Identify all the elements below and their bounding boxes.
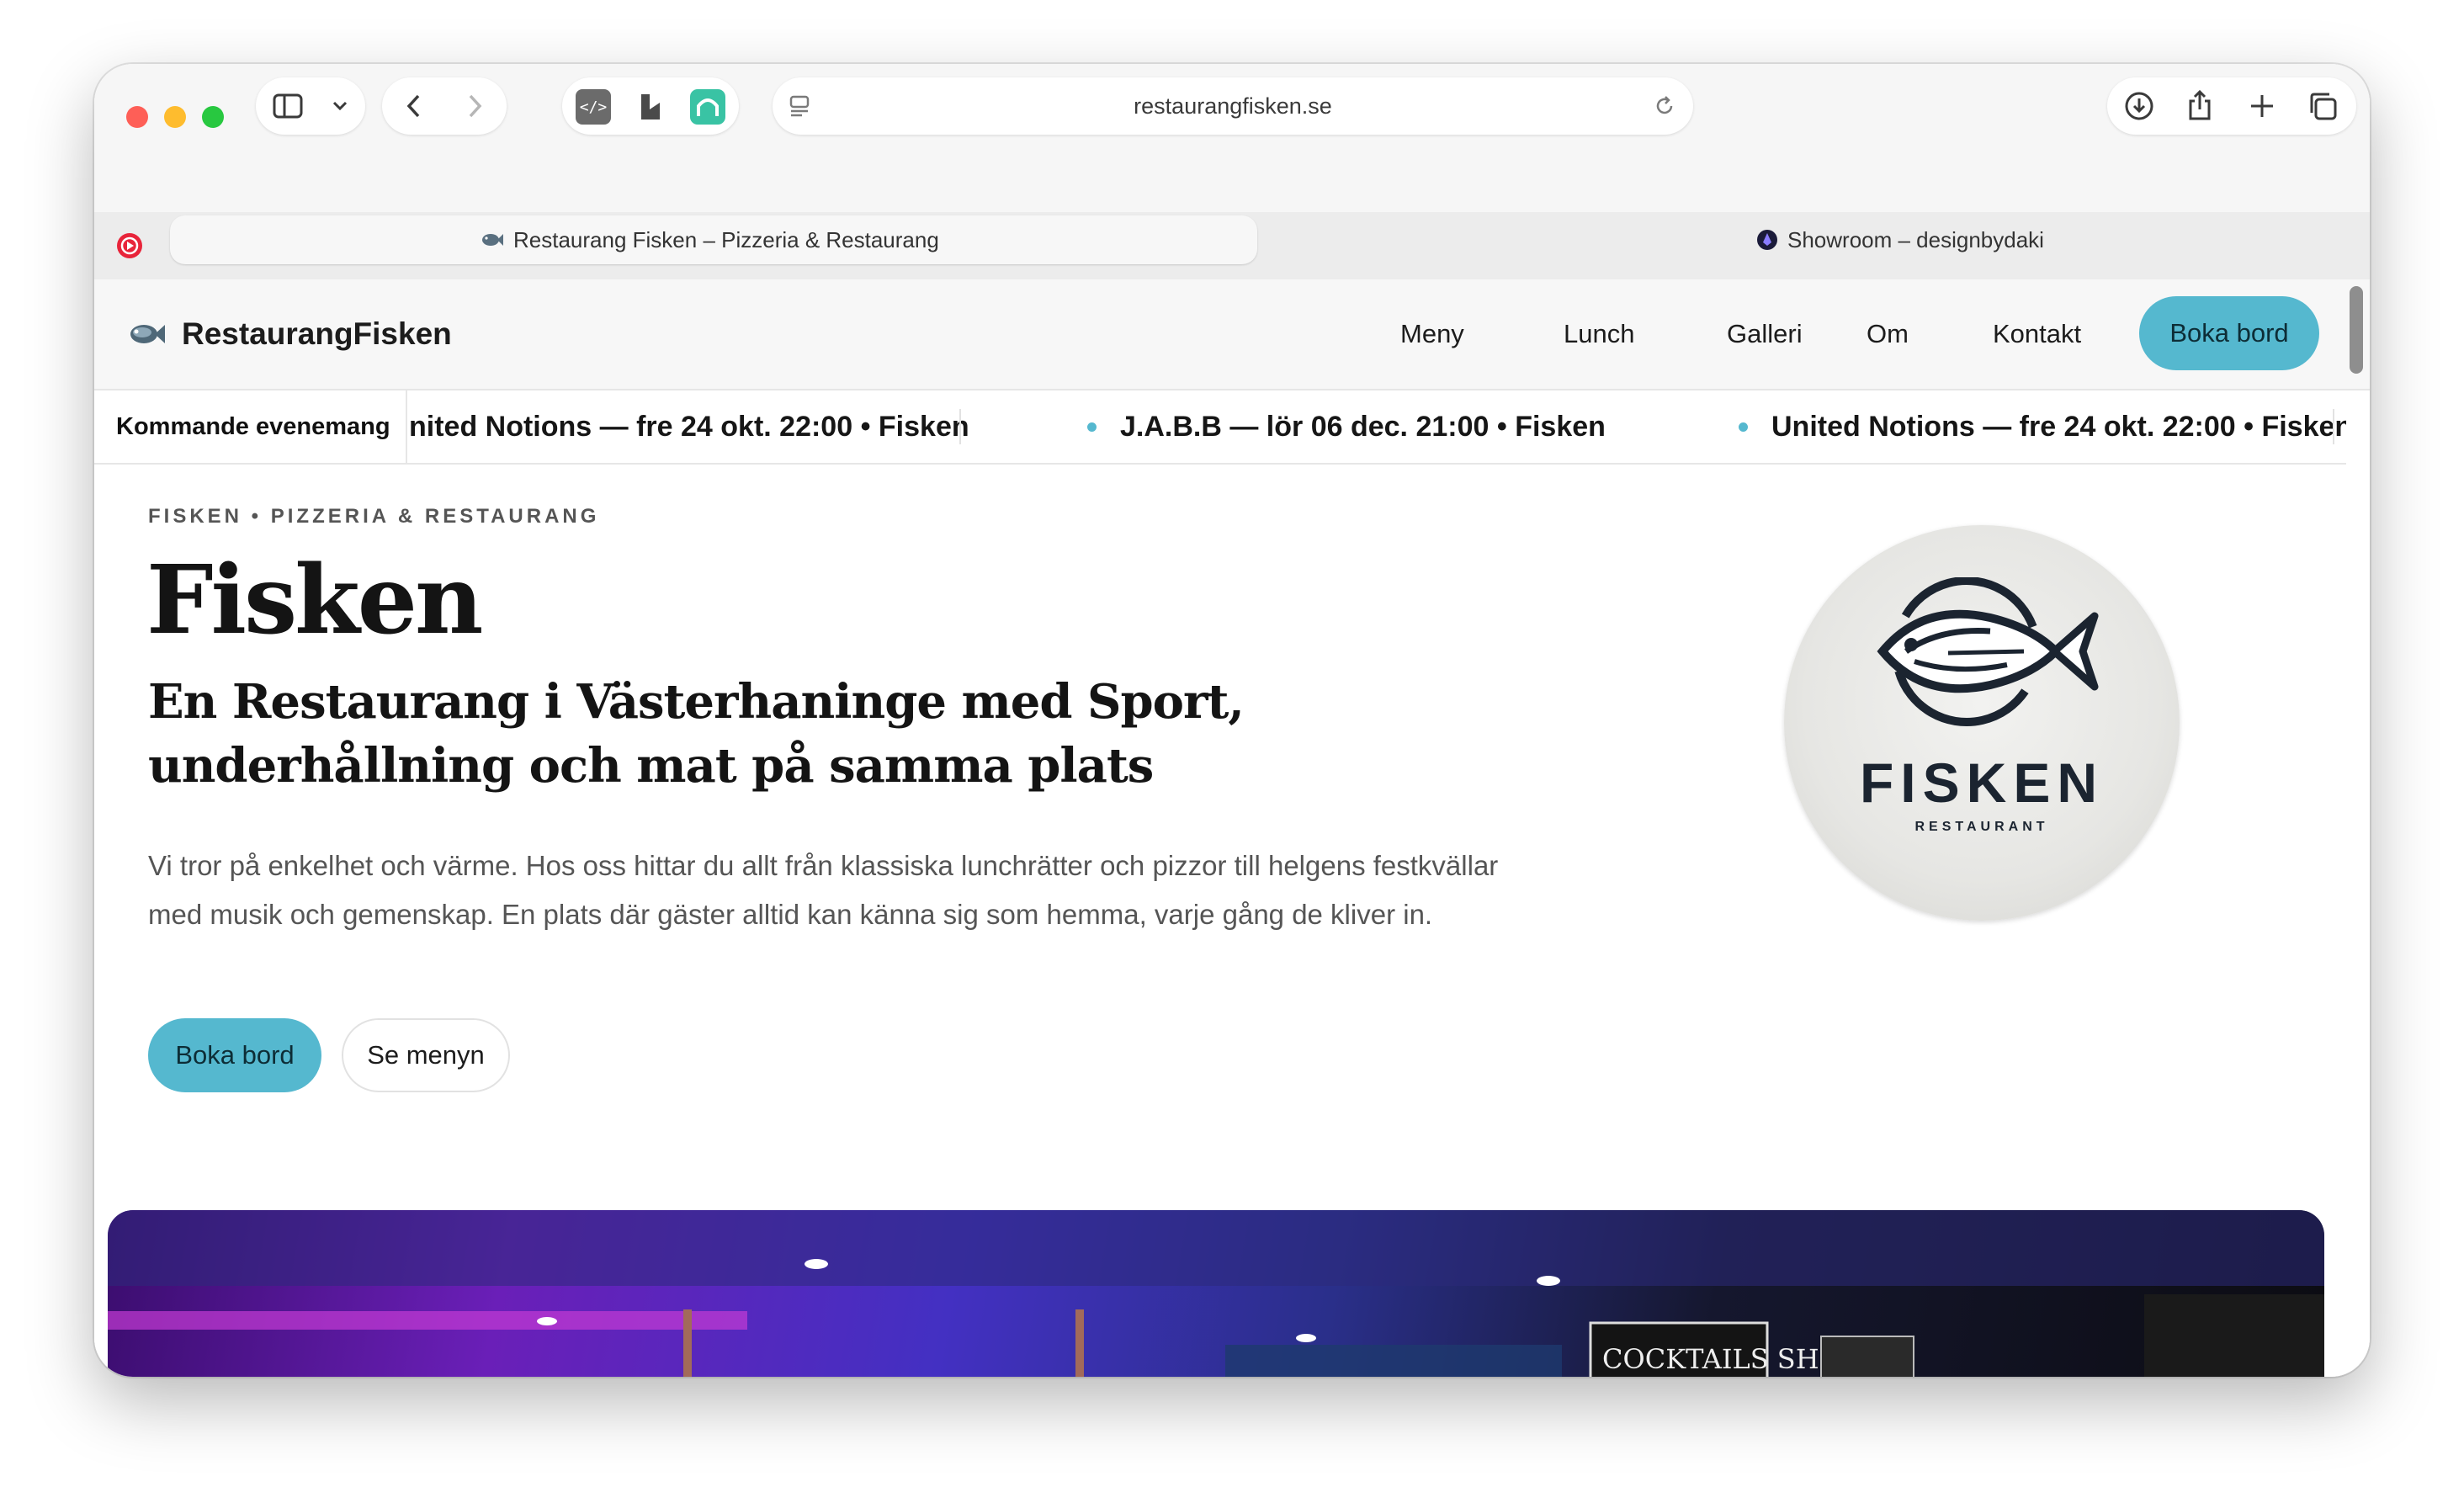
- url-text: restaurangfisken.se: [1134, 93, 1332, 119]
- sidebar-icon[interactable]: [271, 89, 305, 123]
- restaurant-logo: FISKEN RESTAURANT: [1784, 525, 2180, 921]
- brand-name: RestaurangFisken: [182, 316, 452, 351]
- nav-link-galleri[interactable]: Galleri: [1727, 279, 1803, 389]
- fish-icon: [130, 325, 165, 343]
- browser-toolbar: </> restaurangfisken.se: [94, 64, 2370, 212]
- address-bar[interactable]: restaurangfisken.se: [773, 77, 1693, 135]
- interior-photo-art: COCKTAILS SHOTS: [108, 1210, 2324, 1377]
- page-scrollbar[interactable]: [2350, 286, 2363, 374]
- sidebar-toggle-group: [256, 77, 365, 135]
- browser-window: </> restaurangfisken.se Restaurang Fiske…: [94, 64, 2370, 1377]
- ticker-item: United Notions — fre 24 okt. 22:00 • Fis…: [1739, 390, 2346, 463]
- chevron-down-icon[interactable]: [323, 89, 357, 123]
- tab-label: Showroom – designbydaki: [1787, 226, 2044, 252]
- brand-logo-link[interactable]: RestaurangFisken: [128, 279, 452, 389]
- showroom-favicon-icon: [1755, 228, 1779, 252]
- reload-icon[interactable]: [1648, 89, 1681, 123]
- hero-eyebrow: FISKEN • PIZZERIA & RESTAURANG: [148, 505, 600, 528]
- ticker-label: Kommande evenemang: [94, 390, 407, 463]
- ticker-item-text: United Notions — fre 24 okt. 22:00 • Fis…: [1771, 410, 2346, 443]
- nav-link-om[interactable]: Om: [1867, 279, 1909, 389]
- ticker-item: nited Notions — fre 24 okt. 22:00 • Fisk…: [409, 390, 969, 463]
- app-extension-icon[interactable]: [690, 89, 725, 125]
- site-header: RestaurangFisken Meny Lunch Galleri Om K…: [94, 279, 2370, 390]
- fish-favicon-icon: [480, 227, 505, 252]
- events-ticker: Kommande evenemang nited Notions — fre 2…: [94, 390, 2346, 465]
- share-icon[interactable]: [2183, 88, 2217, 123]
- hero-subtitle: En Restaurang i Västerhaninge med Sport,…: [148, 674, 1245, 794]
- fish-emblem-icon: [1877, 577, 2099, 726]
- hero-book-table-button[interactable]: Boka bord: [148, 1018, 321, 1092]
- ticker-divider: [959, 409, 961, 444]
- header-book-table-button[interactable]: Boka bord: [2139, 296, 2319, 370]
- minimize-window-button[interactable]: [164, 106, 186, 128]
- tab-showroom[interactable]: Showroom – designbydaki: [1259, 215, 2346, 264]
- boot-extension-icon[interactable]: [633, 89, 668, 125]
- tab-label: Restaurang Fisken – Pizzeria & Restauran…: [513, 226, 939, 252]
- navigation-group: [382, 77, 507, 135]
- restaurant-interior-photo: COCKTAILS SHOTS: [108, 1210, 2324, 1377]
- download-icon[interactable]: [2122, 89, 2156, 123]
- logo-wordmark: FISKEN: [1859, 752, 2105, 814]
- nav-link-kontakt[interactable]: Kontakt: [1993, 279, 2081, 389]
- web-page: RestaurangFisken Meny Lunch Galleri Om K…: [94, 279, 2370, 1377]
- hero-view-menu-button[interactable]: Se menyn: [342, 1018, 510, 1092]
- extensions-group: </>: [562, 77, 739, 135]
- forward-arrow-icon[interactable]: [458, 89, 491, 123]
- record-icon[interactable]: [113, 229, 146, 263]
- toolbar-actions-group: [2107, 77, 2356, 135]
- hero-title: Fisken: [146, 545, 483, 656]
- ticker-item: J.A.B.B — lör 06 dec. 21:00 • Fisken: [1087, 390, 1606, 463]
- close-window-button[interactable]: [126, 106, 148, 128]
- ticker-dot: [1739, 422, 1748, 432]
- nav-link-lunch[interactable]: Lunch: [1564, 279, 1634, 389]
- back-arrow-icon[interactable]: [397, 89, 431, 123]
- new-tab-icon[interactable]: [2245, 89, 2279, 123]
- ticker-item-text: J.A.B.B — lör 06 dec. 21:00 • Fisken: [1120, 410, 1606, 443]
- code-extension-icon[interactable]: </>: [576, 89, 611, 125]
- zoom-window-button[interactable]: [202, 106, 224, 128]
- ticker-divider: [2333, 409, 2334, 444]
- logo-tagline: RESTAURANT: [1914, 820, 2049, 834]
- tab-overview-icon[interactable]: [2306, 89, 2339, 123]
- nav-link-meny[interactable]: Meny: [1400, 279, 1464, 389]
- ticker-item-text: nited Notions — fre 24 okt. 22:00 • Fisk…: [409, 410, 969, 443]
- tab-restaurang-fisken[interactable]: Restaurang Fisken – Pizzeria & Restauran…: [170, 215, 1257, 264]
- hero-description: Vi tror på enkelhet och värme. Hos oss h…: [148, 850, 1499, 930]
- ticker-dot: [1087, 422, 1097, 432]
